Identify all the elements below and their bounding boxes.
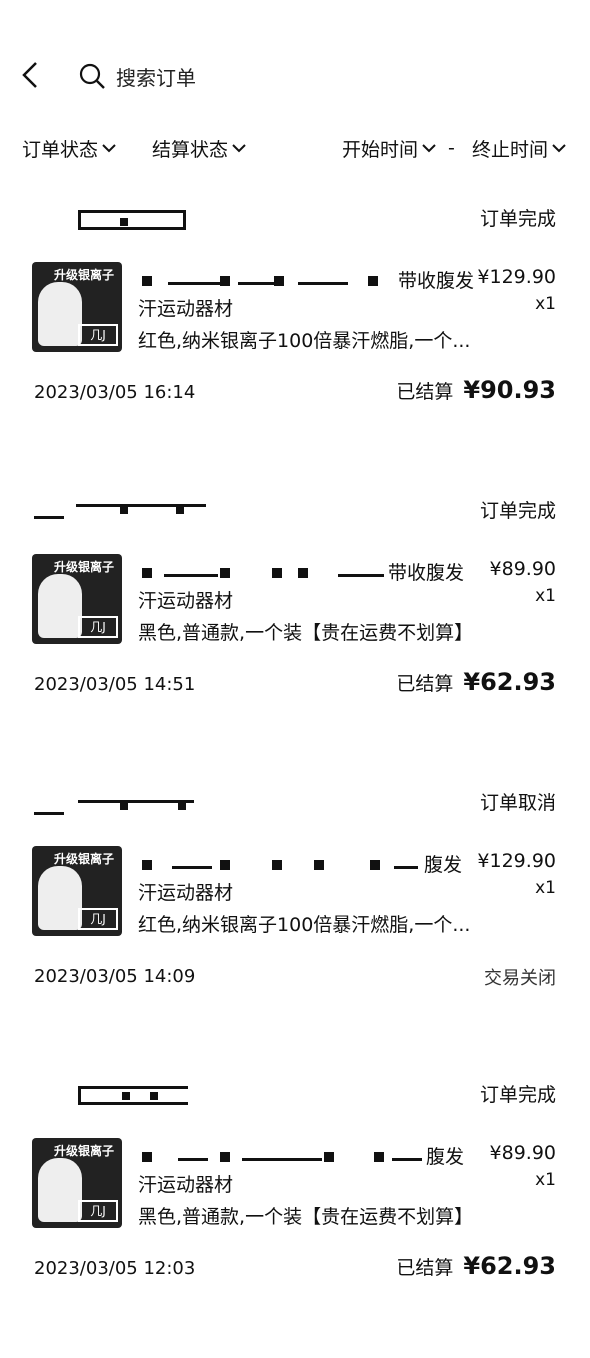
product-thumbnail[interactable]: 升级银离子 几J [32, 1138, 122, 1228]
order-card[interactable]: 订单取消 升级银离子 几J 腹发 汗运动器材 红色,纳米银离子100倍暴汗燃脂,… [0, 774, 590, 1066]
settlement-label: 已结算 [396, 1257, 454, 1279]
settlement-amount: ¥90.93 [463, 376, 556, 404]
product-quantity: x1 [535, 294, 556, 314]
settlement-info: 已结算 ¥62.93 [396, 668, 556, 696]
settlement-label: 已结算 [396, 673, 454, 695]
product-price: ¥89.90 [489, 558, 556, 580]
redacted-order-id [30, 1078, 220, 1118]
settlement-info: 已结算 ¥90.93 [396, 376, 556, 404]
product-thumbnail[interactable]: 升级银离子 几J [32, 846, 122, 936]
product-spec: 红色,纳米银离子100倍暴汗燃脂,一个... [138, 914, 471, 936]
product-title-line2: 汗运动器材 [138, 1174, 234, 1196]
thumb-badge: 几J [78, 616, 118, 638]
thumb-label: 升级银离子 [54, 1144, 115, 1158]
product-title: 带收腹发 [398, 270, 475, 292]
settlement-status-filter[interactable]: 结算状态 [152, 128, 246, 168]
thumb-badge: 几J [78, 908, 118, 930]
order-status: 订单完成 [479, 1084, 556, 1106]
order-date: 2023/03/05 14:09 [34, 966, 196, 987]
product-price: ¥129.90 [477, 850, 556, 872]
product-quantity: x1 [535, 1170, 556, 1190]
product-title: 带收腹发 [388, 562, 465, 584]
product-title-line2: 汗运动器材 [138, 590, 234, 612]
order-date: 2023/03/05 12:03 [34, 1258, 196, 1279]
thumb-badge: 几J [78, 324, 118, 346]
product-price: ¥129.90 [477, 266, 556, 288]
product-quantity: x1 [535, 878, 556, 898]
product-title: 腹发 [424, 854, 463, 876]
order-status: 订单完成 [479, 208, 556, 230]
filter-bar: 订单状态 结算状态 开始时间 - 终止时间 [0, 128, 590, 168]
thumb-badge: 几J [78, 1200, 118, 1222]
settlement-label: 已结算 [396, 381, 454, 403]
redacted-title [138, 562, 396, 584]
thumb-label: 升级银离子 [54, 852, 115, 866]
product-spec: 黑色,普通款,一个装【贵在运费不划算】 [138, 622, 474, 644]
product-spec: 红色,纳米银离子100倍暴汗燃脂,一个... [138, 330, 471, 352]
settlement-info: 已结算 ¥62.93 [396, 1252, 556, 1280]
start-time-filter[interactable]: 开始时间 [342, 128, 436, 168]
chevron-down-icon [102, 144, 116, 153]
range-dash: - [448, 137, 455, 159]
product-title-line2: 汗运动器材 [138, 882, 234, 904]
chevron-down-icon [552, 144, 566, 153]
order-date: 2023/03/05 16:14 [34, 382, 196, 403]
transaction-closed-label: 交易关闭 [484, 968, 556, 989]
search-label: 搜索订单 [116, 65, 196, 90]
redacted-order-id [30, 202, 220, 242]
order-status: 订单完成 [479, 500, 556, 522]
thumb-label: 升级银离子 [54, 268, 115, 282]
order-date: 2023/03/05 14:51 [34, 674, 196, 695]
order-status-filter[interactable]: 订单状态 [22, 128, 116, 168]
search-icon [79, 63, 105, 89]
product-thumbnail[interactable]: 升级银离子 几J [32, 554, 122, 644]
product-quantity: x1 [535, 586, 556, 606]
order-status: 订单取消 [479, 792, 556, 814]
end-time-filter[interactable]: 终止时间 [472, 128, 566, 168]
redacted-order-id [30, 494, 220, 534]
product-spec: 黑色,普通款,一个装【贵在运费不划算】 [138, 1206, 474, 1228]
order-card[interactable]: 订单完成 升级银离子 几J 带收腹发 汗运动器材 黑色,普通款,一个装【贵在运费… [0, 482, 590, 774]
redacted-title [138, 1146, 424, 1168]
settlement-amount: ¥62.93 [463, 1252, 556, 1280]
filter-label: 订单状态 [22, 138, 99, 161]
order-card[interactable]: 订单完成 升级银离子 几J 带收腹发 汗运动器材 红色,纳米银离子100倍暴汗燃… [0, 190, 590, 482]
chevron-down-icon [422, 144, 436, 153]
filter-label: 开始时间 [342, 138, 419, 161]
order-card[interactable]: 订单完成 升级银离子 几J 腹发 汗运动器材 黑色,普通款,一个装【贵在运费不划… [0, 1066, 590, 1358]
filter-label: 结算状态 [152, 138, 229, 161]
product-title: 腹发 [426, 1146, 465, 1168]
product-price: ¥89.90 [489, 1142, 556, 1164]
redacted-order-id [30, 786, 220, 826]
search-orders-button[interactable]: 搜索订单 [78, 58, 196, 94]
redacted-title [138, 270, 396, 292]
settlement-amount: ¥62.93 [463, 668, 556, 696]
product-thumbnail[interactable]: 升级银离子 几J [32, 262, 122, 352]
thumb-label: 升级银离子 [54, 560, 115, 574]
filter-label: 终止时间 [472, 138, 549, 161]
chevron-down-icon [232, 144, 246, 153]
product-title-line2: 汗运动器材 [138, 298, 234, 320]
back-arrow-icon[interactable] [16, 60, 46, 90]
redacted-title [138, 854, 420, 876]
